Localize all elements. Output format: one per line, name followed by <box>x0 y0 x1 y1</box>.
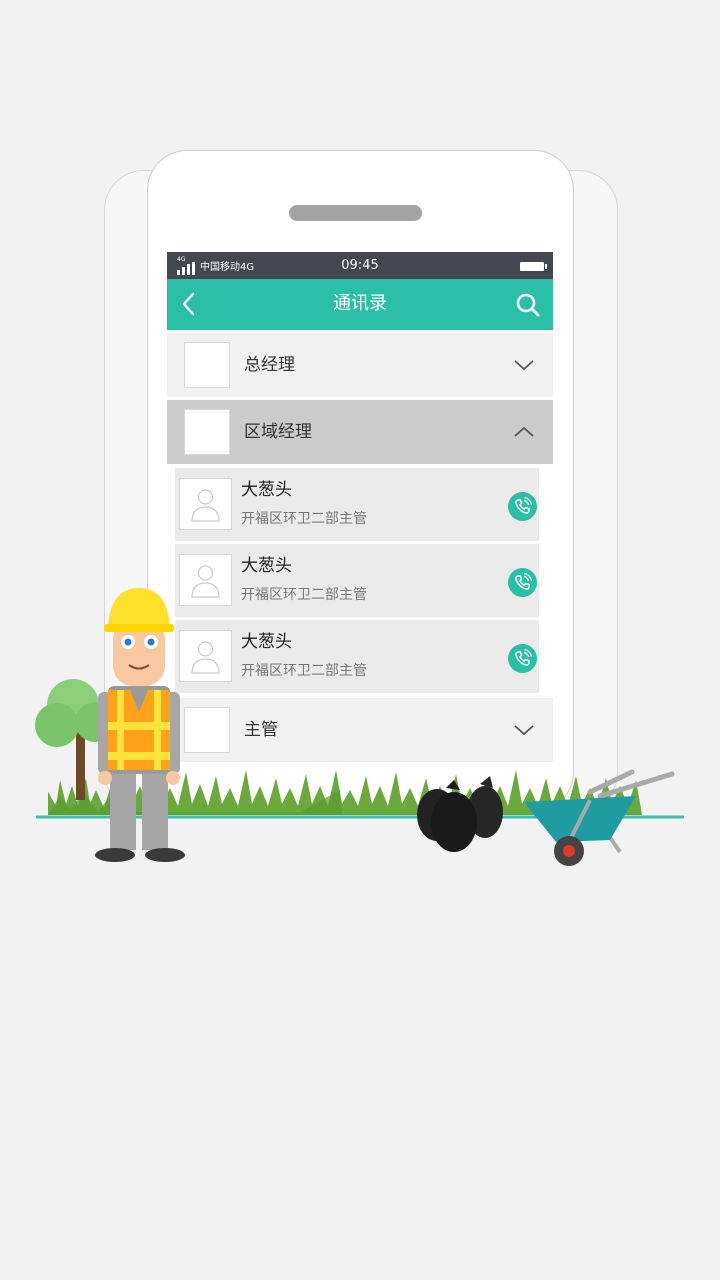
illustration-scene <box>35 588 684 866</box>
garbage-bags-illustration <box>417 776 503 852</box>
worker-illustration <box>95 588 185 862</box>
